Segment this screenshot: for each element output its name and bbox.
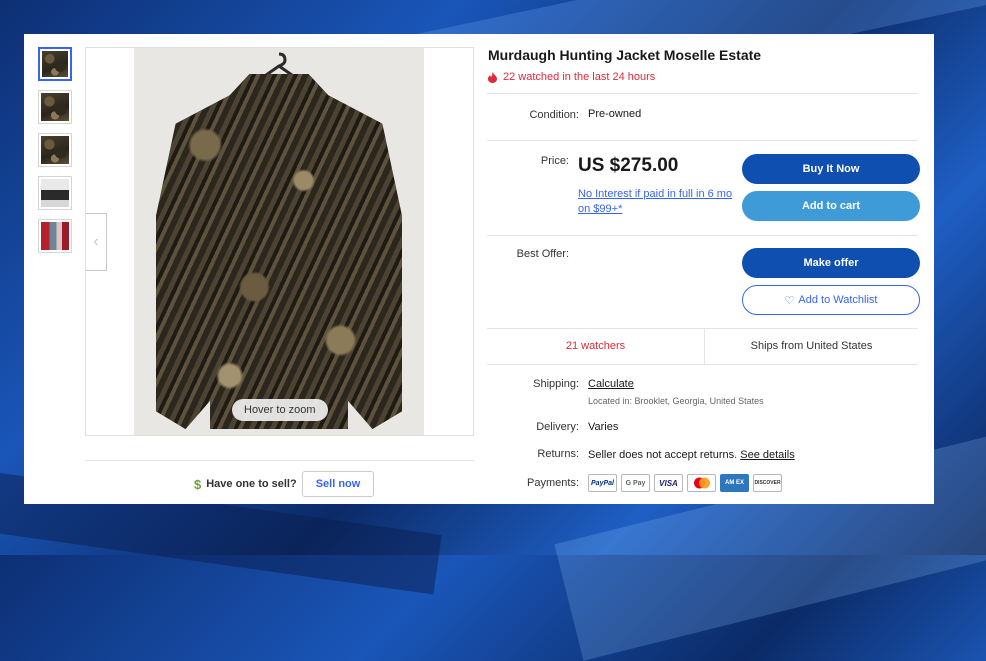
mastercard-logo xyxy=(687,474,716,492)
mastercard-icon xyxy=(693,477,710,489)
watchers-count: 21 watchers xyxy=(565,340,626,352)
add-to-cart-button[interactable]: Add to cart xyxy=(742,191,920,221)
add-to-watchlist-button[interactable]: ♡ Add to Watchlist xyxy=(742,285,920,315)
divider xyxy=(487,364,918,365)
divider xyxy=(487,140,918,141)
camo-jacket xyxy=(156,74,402,429)
flame-icon xyxy=(488,71,497,83)
divider xyxy=(487,93,918,94)
shipping-calculate-link[interactable]: Calculate xyxy=(588,378,634,390)
ships-from: Ships from United States xyxy=(750,340,873,352)
buy-it-now-button[interactable]: Buy It Now xyxy=(742,154,920,184)
discover-logo: DISCOVER xyxy=(753,474,782,492)
sell-now-button[interactable]: Sell now xyxy=(301,471,375,497)
listing-details: Murdaugh Hunting Jacket Moselle Estate 2… xyxy=(487,34,920,504)
dollar-icon: $ xyxy=(194,476,202,492)
delivery-label: Delivery: xyxy=(536,421,579,433)
divider xyxy=(487,235,918,236)
watched-text: 22 watched in the last 24 hours xyxy=(503,71,656,83)
item-location: Located in: Brooklet, Georgia, United St… xyxy=(588,396,764,406)
sell-prompt-row: $ Have one to sell? Sell now xyxy=(194,471,375,497)
main-product-image[interactable]: ‹ › Hover to zoom xyxy=(85,47,474,436)
best-offer-label: Best Offer: xyxy=(516,248,569,260)
thumbnail-4[interactable] xyxy=(38,176,72,210)
returns-label: Returns: xyxy=(537,448,579,460)
google-pay-logo: G Pay xyxy=(621,474,650,492)
thumbnail-1[interactable] xyxy=(38,47,72,81)
financing-link[interactable]: No Interest if paid in full in 6 mo on $… xyxy=(578,187,733,217)
payments-label: Payments: xyxy=(527,477,579,489)
jacket-photo xyxy=(134,48,424,435)
heart-icon: ♡ xyxy=(784,294,795,307)
thumbnail-strip xyxy=(38,47,72,262)
returns-value: Seller does not accept returns. See deta… xyxy=(588,449,795,461)
divider xyxy=(85,460,474,461)
thumbnail-2[interactable] xyxy=(38,90,72,124)
prev-image-button[interactable]: ‹ xyxy=(86,213,107,271)
delivery-value: Varies xyxy=(588,421,619,433)
see-details-link[interactable]: See details xyxy=(740,449,794,461)
watchlist-label: Add to Watchlist xyxy=(798,294,878,306)
shipping-label: Shipping: xyxy=(533,378,579,390)
condition-value: Pre-owned xyxy=(588,108,642,120)
price-value: US $275.00 xyxy=(578,155,679,176)
payment-methods: PayPal G Pay VISA AM EX DISCOVER xyxy=(588,474,786,492)
listing-title: Murdaugh Hunting Jacket Moselle Estate xyxy=(488,47,762,63)
thumbnail-5[interactable] xyxy=(38,219,72,253)
condition-label: Condition: xyxy=(529,109,579,121)
sell-prompt-text: Have one to sell? xyxy=(206,478,297,490)
visa-logo: VISA xyxy=(654,474,683,492)
listing-panel: ‹ › Hover to zoom $ Have one to sell? Se… xyxy=(24,34,934,504)
watched-alert: 22 watched in the last 24 hours xyxy=(488,71,655,83)
thumbnail-3[interactable] xyxy=(38,133,72,167)
hover-to-zoom-hint: Hover to zoom xyxy=(232,399,328,421)
paypal-logo: PayPal xyxy=(588,474,617,492)
make-offer-button[interactable]: Make offer xyxy=(742,248,920,278)
price-label: Price: xyxy=(540,155,569,167)
amex-logo: AM EX xyxy=(720,474,749,492)
